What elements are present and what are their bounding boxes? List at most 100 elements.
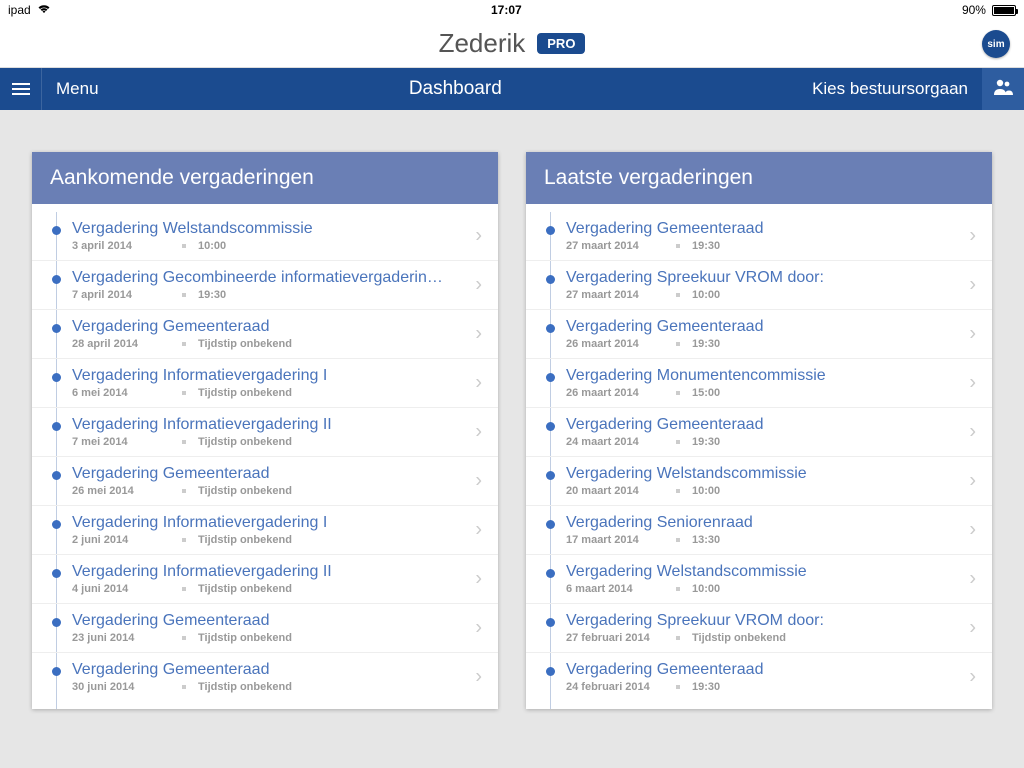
meeting-title: Vergadering Welstandscommissie xyxy=(72,220,458,238)
meeting-item[interactable]: Vergadering Welstandscommissie3 april 20… xyxy=(32,212,498,261)
separator-dot-icon xyxy=(676,244,680,248)
meeting-item[interactable]: Vergadering Gemeenteraad28 april 2014Tij… xyxy=(32,310,498,359)
meeting-meta: 30 juni 2014Tijdstip onbekend xyxy=(72,681,458,693)
device-label: ipad xyxy=(8,3,31,17)
meeting-item[interactable]: Vergadering Gemeenteraad24 maart 201419:… xyxy=(526,408,992,457)
timeline-dot-icon xyxy=(546,275,555,284)
meeting-title: Vergadering Informatievergadering I xyxy=(72,514,458,532)
chevron-right-icon: › xyxy=(969,372,976,395)
timeline-dot-icon xyxy=(52,618,61,627)
meeting-time: 19:30 xyxy=(198,289,226,301)
meeting-meta: 26 mei 2014Tijdstip onbekend xyxy=(72,485,458,497)
meeting-date: 26 maart 2014 xyxy=(566,387,676,399)
menu-label[interactable]: Menu xyxy=(42,79,99,99)
meeting-time: Tijdstip onbekend xyxy=(198,534,292,546)
meeting-meta: 17 maart 201413:30 xyxy=(566,534,952,546)
separator-dot-icon xyxy=(182,685,186,689)
chevron-right-icon: › xyxy=(475,372,482,395)
chevron-right-icon: › xyxy=(969,225,976,248)
separator-dot-icon xyxy=(676,391,680,395)
meeting-time: 19:30 xyxy=(692,436,720,448)
meeting-time: 10:00 xyxy=(692,289,720,301)
separator-dot-icon xyxy=(182,293,186,297)
nav-bar: Menu Dashboard Kies bestuursorgaan xyxy=(0,68,1024,110)
timeline-dot-icon xyxy=(52,226,61,235)
separator-dot-icon xyxy=(676,293,680,297)
meeting-title: Vergadering Monumentencommissie xyxy=(566,367,952,385)
separator-dot-icon xyxy=(676,489,680,493)
separator-dot-icon xyxy=(182,342,186,346)
separator-dot-icon xyxy=(676,636,680,640)
chevron-right-icon: › xyxy=(969,323,976,346)
meeting-item[interactable]: Vergadering Monumentencommissie 26 maart … xyxy=(526,359,992,408)
meeting-meta: 6 mei 2014Tijdstip onbekend xyxy=(72,387,458,399)
meeting-title: Vergadering Gemeenteraad xyxy=(566,220,952,238)
meeting-item[interactable]: Vergadering Informatievergadering II4 ju… xyxy=(32,555,498,604)
meeting-date: 17 maart 2014 xyxy=(566,534,676,546)
chevron-right-icon: › xyxy=(969,470,976,493)
meeting-meta: 7 april 201419:30 xyxy=(72,289,458,301)
meeting-item[interactable]: Vergadering Informatievergadering II 7 me… xyxy=(32,408,498,457)
meeting-meta: 27 maart 201419:30 xyxy=(566,240,952,252)
upcoming-meetings-panel: Aankomende vergaderingen Vergadering Wel… xyxy=(32,152,498,709)
meeting-item[interactable]: Vergadering Informatievergadering I6 mei… xyxy=(32,359,498,408)
meeting-item[interactable]: Vergadering Spreekuur VROM door:27 maart… xyxy=(526,261,992,310)
status-time: 17:07 xyxy=(491,3,522,17)
meeting-item[interactable]: Vergadering Gecombineerde informatieverg… xyxy=(32,261,498,310)
chevron-right-icon: › xyxy=(475,323,482,346)
meeting-time: 15:00 xyxy=(692,387,720,399)
chevron-right-icon: › xyxy=(969,421,976,444)
meeting-meta: 28 april 2014Tijdstip onbekend xyxy=(72,338,458,350)
meeting-date: 26 maart 2014 xyxy=(566,338,676,350)
meeting-item[interactable]: Vergadering Gemeenteraad30 juni 2014Tijd… xyxy=(32,653,498,701)
app-title: Zederik xyxy=(439,28,526,59)
recent-panel-title: Laatste vergaderingen xyxy=(526,152,992,204)
timeline-dot-icon xyxy=(546,520,555,529)
meeting-date: 24 maart 2014 xyxy=(566,436,676,448)
meeting-item[interactable]: Vergadering Gemeenteraad26 maart 201419:… xyxy=(526,310,992,359)
meeting-item[interactable]: Vergadering Spreekuur VROM door:27 febru… xyxy=(526,604,992,653)
meeting-date: 28 april 2014 xyxy=(72,338,182,350)
meeting-meta: 27 maart 201410:00 xyxy=(566,289,952,301)
timeline-dot-icon xyxy=(52,275,61,284)
meeting-item[interactable]: Vergadering Welstandscommissie 20 maart 2… xyxy=(526,457,992,506)
meeting-meta: 24 februari 2014 19:30 xyxy=(566,681,952,693)
meeting-date: 7 mei 2014 xyxy=(72,436,182,448)
meeting-item[interactable]: Vergadering Seniorenraad 17 maart 201413:… xyxy=(526,506,992,555)
chevron-right-icon: › xyxy=(475,470,482,493)
meeting-item[interactable]: Vergadering Gemeenteraad 27 maart 201419:… xyxy=(526,212,992,261)
meeting-time: 19:30 xyxy=(692,681,720,693)
chevron-right-icon: › xyxy=(475,666,482,689)
meeting-date: 20 maart 2014 xyxy=(566,485,676,497)
chevron-right-icon: › xyxy=(969,666,976,689)
meeting-title: Vergadering Informatievergadering II xyxy=(72,416,458,434)
separator-dot-icon xyxy=(182,391,186,395)
timeline-dot-icon xyxy=(546,569,555,578)
meeting-item[interactable]: Vergadering Welstandscommissie6 maart 20… xyxy=(526,555,992,604)
meeting-time: Tijdstip onbekend xyxy=(198,436,292,448)
chevron-right-icon: › xyxy=(475,274,482,297)
chevron-right-icon: › xyxy=(969,274,976,297)
recent-meetings-panel: Laatste vergaderingen Vergadering Gemeen… xyxy=(526,152,992,709)
meeting-date: 30 juni 2014 xyxy=(72,681,182,693)
meeting-item[interactable]: Vergadering Gemeenteraad23 juni 2014Tijd… xyxy=(32,604,498,653)
meeting-date: 24 februari 2014 xyxy=(566,681,676,693)
timeline-dot-icon xyxy=(546,324,555,333)
meeting-time: Tijdstip onbekend xyxy=(198,583,292,595)
meeting-item[interactable]: Vergadering Gemeenteraad24 februari 2014… xyxy=(526,653,992,701)
kies-bestuursorgaan-button[interactable]: Kies bestuursorgaan xyxy=(812,79,982,99)
meeting-meta: 26 maart 2014 15:00 xyxy=(566,387,952,399)
battery-percent: 90% xyxy=(962,3,986,17)
people-button[interactable] xyxy=(982,68,1024,110)
meeting-item[interactable]: Vergadering Informatievergadering I 2 jun… xyxy=(32,506,498,555)
chevron-right-icon: › xyxy=(475,421,482,444)
meeting-title: Vergadering Seniorenraad xyxy=(566,514,952,532)
chevron-right-icon: › xyxy=(475,519,482,542)
meeting-title: Vergadering Welstandscommissie xyxy=(566,465,952,483)
meeting-time: Tijdstip onbekend xyxy=(198,485,292,497)
meeting-date: 6 mei 2014 xyxy=(72,387,182,399)
menu-button[interactable] xyxy=(0,68,42,110)
meeting-date: 2 juni 2014 xyxy=(72,534,182,546)
meeting-item[interactable]: Vergadering Gemeenteraad26 mei 2014Tijds… xyxy=(32,457,498,506)
timeline-dot-icon xyxy=(546,422,555,431)
